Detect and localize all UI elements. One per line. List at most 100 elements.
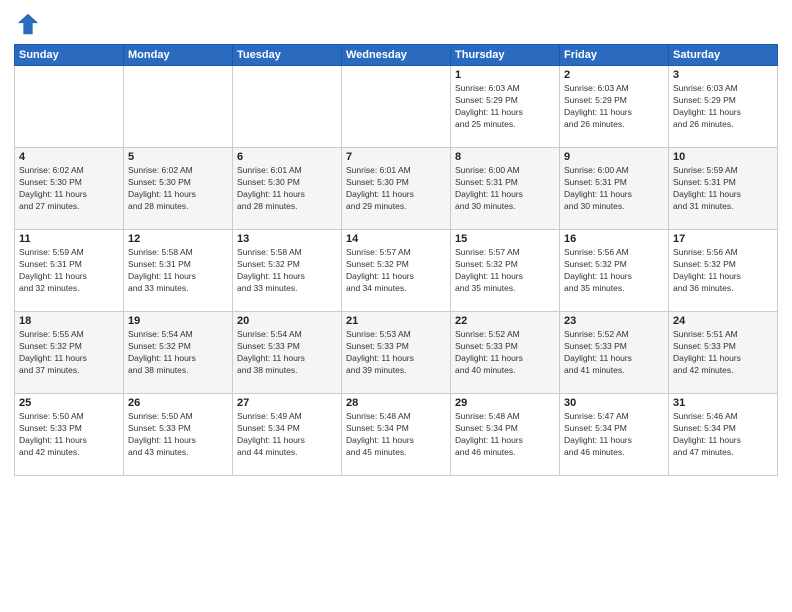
calendar-cell: 6 Sunrise: 6:01 AM Sunset: 5:30 PM Daylig… <box>233 148 342 230</box>
calendar-cell: 31 Sunrise: 5:46 AM Sunset: 5:34 PM Dayli… <box>669 394 778 476</box>
day-info: Sunrise: 6:01 AM Sunset: 5:30 PM Dayligh… <box>237 165 337 213</box>
calendar-cell <box>342 66 451 148</box>
calendar-cell: 23 Sunrise: 5:52 AM Sunset: 5:33 PM Dayli… <box>560 312 669 394</box>
day-number: 10 <box>673 151 773 163</box>
weekday-header-tuesday: Tuesday <box>233 45 342 66</box>
day-number: 20 <box>237 315 337 327</box>
calendar-cell: 2 Sunrise: 6:03 AM Sunset: 5:29 PM Daylig… <box>560 66 669 148</box>
calendar-week-3: 11Sunrise: 5:59 AM Sunset: 5:31 PM Dayli… <box>15 230 778 312</box>
day-info: Sunrise: 5:46 AM Sunset: 5:34 PM Dayligh… <box>673 411 773 459</box>
calendar-cell: 19 Sunrise: 5:54 AM Sunset: 5:32 PM Dayli… <box>124 312 233 394</box>
calendar-cell: 5 Sunrise: 6:02 AM Sunset: 5:30 PM Daylig… <box>124 148 233 230</box>
day-info: Sunrise: 6:00 AM Sunset: 5:31 PM Dayligh… <box>455 165 555 213</box>
calendar-cell: 26 Sunrise: 5:50 AM Sunset: 5:33 PM Dayli… <box>124 394 233 476</box>
day-number: 31 <box>673 397 773 409</box>
day-info: Sunrise: 6:02 AM Sunset: 5:30 PM Dayligh… <box>19 165 119 213</box>
calendar-cell: 13 Sunrise: 5:58 AM Sunset: 5:32 PM Dayli… <box>233 230 342 312</box>
calendar-cell: 12Sunrise: 5:58 AM Sunset: 5:31 PM Dayli… <box>124 230 233 312</box>
calendar-cell: 22 Sunrise: 5:52 AM Sunset: 5:33 PM Dayli… <box>451 312 560 394</box>
day-info: Sunrise: 5:58 AM Sunset: 5:32 PM Dayligh… <box>237 247 337 295</box>
calendar-cell: 16Sunrise: 5:56 AM Sunset: 5:32 PM Dayli… <box>560 230 669 312</box>
day-number: 7 <box>346 151 446 163</box>
day-info: Sunrise: 5:50 AM Sunset: 5:33 PM Dayligh… <box>128 411 228 459</box>
calendar-cell: 25 Sunrise: 5:50 AM Sunset: 5:33 PM Dayli… <box>15 394 124 476</box>
day-number: 1 <box>455 69 555 81</box>
calendar-cell: 14Sunrise: 5:57 AM Sunset: 5:32 PM Dayli… <box>342 230 451 312</box>
calendar-cell: 9Sunrise: 6:00 AM Sunset: 5:31 PM Daylig… <box>560 148 669 230</box>
weekday-header-wednesday: Wednesday <box>342 45 451 66</box>
calendar-cell: 29Sunrise: 5:48 AM Sunset: 5:34 PM Dayli… <box>451 394 560 476</box>
calendar-cell: 20 Sunrise: 5:54 AM Sunset: 5:33 PM Dayli… <box>233 312 342 394</box>
day-number: 5 <box>128 151 228 163</box>
calendar-cell: 17 Sunrise: 5:56 AM Sunset: 5:32 PM Dayli… <box>669 230 778 312</box>
calendar-cell: 18Sunrise: 5:55 AM Sunset: 5:32 PM Dayli… <box>15 312 124 394</box>
weekday-header-monday: Monday <box>124 45 233 66</box>
calendar-cell: 28 Sunrise: 5:48 AM Sunset: 5:34 PM Dayli… <box>342 394 451 476</box>
day-number: 4 <box>19 151 119 163</box>
calendar-cell: 3Sunrise: 6:03 AM Sunset: 5:29 PM Daylig… <box>669 66 778 148</box>
day-info: Sunrise: 5:52 AM Sunset: 5:33 PM Dayligh… <box>455 329 555 377</box>
day-number: 8 <box>455 151 555 163</box>
day-info: Sunrise: 6:03 AM Sunset: 5:29 PM Dayligh… <box>455 83 555 131</box>
day-number: 2 <box>564 69 664 81</box>
day-info: Sunrise: 5:52 AM Sunset: 5:33 PM Dayligh… <box>564 329 664 377</box>
day-info: Sunrise: 6:02 AM Sunset: 5:30 PM Dayligh… <box>128 165 228 213</box>
page: SundayMondayTuesdayWednesdayThursdayFrid… <box>0 0 792 612</box>
calendar-cell: 4 Sunrise: 6:02 AM Sunset: 5:30 PM Daylig… <box>15 148 124 230</box>
calendar-cell: 21Sunrise: 5:53 AM Sunset: 5:33 PM Dayli… <box>342 312 451 394</box>
calendar-cell: 7 Sunrise: 6:01 AM Sunset: 5:30 PM Daylig… <box>342 148 451 230</box>
header <box>14 10 778 38</box>
calendar-cell <box>233 66 342 148</box>
calendar-cell: 10 Sunrise: 5:59 AM Sunset: 5:31 PM Dayli… <box>669 148 778 230</box>
calendar-week-1: 1 Sunrise: 6:03 AM Sunset: 5:29 PM Daylig… <box>15 66 778 148</box>
calendar-cell: 8 Sunrise: 6:00 AM Sunset: 5:31 PM Daylig… <box>451 148 560 230</box>
calendar-cell: 27Sunrise: 5:49 AM Sunset: 5:34 PM Dayli… <box>233 394 342 476</box>
calendar-cell <box>15 66 124 148</box>
weekday-header-friday: Friday <box>560 45 669 66</box>
day-number: 24 <box>673 315 773 327</box>
day-info: Sunrise: 5:54 AM Sunset: 5:33 PM Dayligh… <box>237 329 337 377</box>
calendar-table: SundayMondayTuesdayWednesdayThursdayFrid… <box>14 44 778 476</box>
day-number: 22 <box>455 315 555 327</box>
calendar-week-4: 18Sunrise: 5:55 AM Sunset: 5:32 PM Dayli… <box>15 312 778 394</box>
calendar-cell: 24 Sunrise: 5:51 AM Sunset: 5:33 PM Dayli… <box>669 312 778 394</box>
day-number: 19 <box>128 315 228 327</box>
day-info: Sunrise: 5:51 AM Sunset: 5:33 PM Dayligh… <box>673 329 773 377</box>
weekday-header-row: SundayMondayTuesdayWednesdayThursdayFrid… <box>15 45 778 66</box>
day-number: 9 <box>564 151 664 163</box>
day-info: Sunrise: 5:50 AM Sunset: 5:33 PM Dayligh… <box>19 411 119 459</box>
logo <box>14 10 46 38</box>
day-info: Sunrise: 5:59 AM Sunset: 5:31 PM Dayligh… <box>19 247 119 295</box>
day-info: Sunrise: 6:03 AM Sunset: 5:29 PM Dayligh… <box>564 83 664 131</box>
day-info: Sunrise: 6:01 AM Sunset: 5:30 PM Dayligh… <box>346 165 446 213</box>
day-number: 3 <box>673 69 773 81</box>
calendar-week-2: 4 Sunrise: 6:02 AM Sunset: 5:30 PM Daylig… <box>15 148 778 230</box>
day-info: Sunrise: 5:54 AM Sunset: 5:32 PM Dayligh… <box>128 329 228 377</box>
day-number: 28 <box>346 397 446 409</box>
weekday-header-saturday: Saturday <box>669 45 778 66</box>
day-info: Sunrise: 5:48 AM Sunset: 5:34 PM Dayligh… <box>346 411 446 459</box>
day-number: 30 <box>564 397 664 409</box>
calendar-cell: 1 Sunrise: 6:03 AM Sunset: 5:29 PM Daylig… <box>451 66 560 148</box>
calendar-cell <box>124 66 233 148</box>
weekday-header-sunday: Sunday <box>15 45 124 66</box>
day-info: Sunrise: 5:57 AM Sunset: 5:32 PM Dayligh… <box>455 247 555 295</box>
calendar-cell: 11Sunrise: 5:59 AM Sunset: 5:31 PM Dayli… <box>15 230 124 312</box>
day-info: Sunrise: 5:56 AM Sunset: 5:32 PM Dayligh… <box>673 247 773 295</box>
day-number: 6 <box>237 151 337 163</box>
day-info: Sunrise: 5:47 AM Sunset: 5:34 PM Dayligh… <box>564 411 664 459</box>
calendar-cell: 30 Sunrise: 5:47 AM Sunset: 5:34 PM Dayli… <box>560 394 669 476</box>
day-number: 26 <box>128 397 228 409</box>
day-number: 17 <box>673 233 773 245</box>
day-info: Sunrise: 5:59 AM Sunset: 5:31 PM Dayligh… <box>673 165 773 213</box>
day-info: Sunrise: 5:53 AM Sunset: 5:33 PM Dayligh… <box>346 329 446 377</box>
day-info: Sunrise: 5:55 AM Sunset: 5:32 PM Dayligh… <box>19 329 119 377</box>
day-number: 25 <box>19 397 119 409</box>
day-number: 23 <box>564 315 664 327</box>
day-info: Sunrise: 5:56 AM Sunset: 5:32 PM Dayligh… <box>564 247 664 295</box>
day-number: 29 <box>455 397 555 409</box>
day-number: 27 <box>237 397 337 409</box>
day-info: Sunrise: 5:58 AM Sunset: 5:31 PM Dayligh… <box>128 247 228 295</box>
logo-icon <box>14 10 42 38</box>
day-number: 13 <box>237 233 337 245</box>
